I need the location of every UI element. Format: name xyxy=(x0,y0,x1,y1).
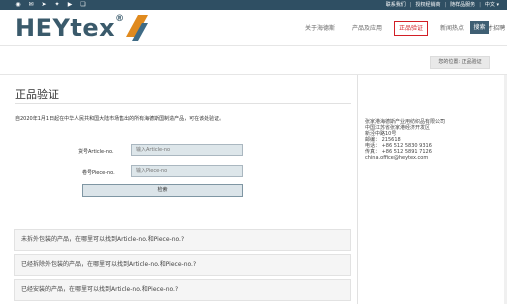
language-label: 中文 xyxy=(484,2,495,8)
piece-no-label: 卷号Piece-no. xyxy=(82,170,115,176)
language-selector[interactable]: 中文 ▾ xyxy=(485,1,499,9)
registered-mark: ® xyxy=(115,14,125,24)
search-button[interactable]: 搜索 xyxy=(470,21,489,34)
social-icons: ◉ ✉ ➤ ✦ ▶ ❏ xyxy=(13,1,88,9)
title-underline xyxy=(15,103,351,104)
article-no-label: 货号Article-no. xyxy=(78,149,114,155)
logo-wing-icon xyxy=(125,15,148,41)
faq-item-unpacked[interactable]: 已经拆除外包装的产品，在哪里可以找到Article-no.和Piece-no.? xyxy=(14,254,351,276)
verification-notice: 自2020年1月1日起在中华人民共和国大陆市场售出的所有海德斯国制造产品，可在该… xyxy=(15,116,225,122)
header-divider xyxy=(0,45,507,46)
youtube-icon[interactable]: ▶ xyxy=(65,1,75,9)
brand-name: HEYtex xyxy=(15,14,116,42)
divider: | xyxy=(409,2,412,8)
rss-icon[interactable]: ◉ xyxy=(13,1,23,9)
contact-info: 张家港海德斯产业用纺织品有限公司 中国江苏省张家港经济开发区 新泾中路10号 邮… xyxy=(365,119,445,161)
telegram-icon[interactable]: ➤ xyxy=(39,1,49,9)
twitter-icon[interactable]: ✦ xyxy=(52,1,62,9)
chevron-down-icon: ▾ xyxy=(496,2,499,8)
nav-item-about[interactable]: 关于海德斯 xyxy=(300,21,340,36)
content-divider xyxy=(0,74,507,75)
nav-item-verification[interactable]: 正品验证 xyxy=(394,21,429,36)
sample-service-link[interactable]: 随样品服务 xyxy=(450,1,475,9)
divider: | xyxy=(479,2,481,8)
piece-no-input[interactable] xyxy=(131,165,243,177)
wechat-icon[interactable]: ❏ xyxy=(78,1,88,9)
article-no-input[interactable] xyxy=(131,144,243,156)
search-submit-button[interactable]: 检索 xyxy=(82,184,243,197)
breadcrumb: 您的位置: 正品验证 xyxy=(430,56,490,69)
logo-text: HEYtex® xyxy=(15,14,125,42)
top-bar: ◉ ✉ ➤ ✦ ▶ ❏ 联系我们 | 授权经销商 | 随样品服务 | 中文 ▾ xyxy=(0,0,507,10)
nav-item-products[interactable]: 产品及应用 xyxy=(347,21,387,36)
column-divider xyxy=(357,75,358,304)
mail-icon[interactable]: ✉ xyxy=(26,1,36,9)
faq-item-unopened[interactable]: 未拆外包装的产品，在哪里可以找到Article-no.和Piece-no.? xyxy=(14,229,351,251)
divider: | xyxy=(444,2,447,8)
contact-us-link[interactable]: 联系我们 xyxy=(386,1,406,9)
dealers-link[interactable]: 授权经销商 xyxy=(415,1,440,9)
email-link[interactable]: china.office@heytex.com xyxy=(365,155,445,161)
nav-item-news[interactable]: 新闻热点 xyxy=(435,21,469,36)
faq-item-installed[interactable]: 已经安装的产品，在哪里可以找到Article-no.和Piece-no.? xyxy=(14,279,351,301)
page-title: 正品验证 xyxy=(15,88,59,101)
logo[interactable]: HEYtex® xyxy=(15,13,148,43)
top-links: 联系我们 | 授权经销商 | 随样品服务 | 中文 ▾ xyxy=(386,1,499,9)
